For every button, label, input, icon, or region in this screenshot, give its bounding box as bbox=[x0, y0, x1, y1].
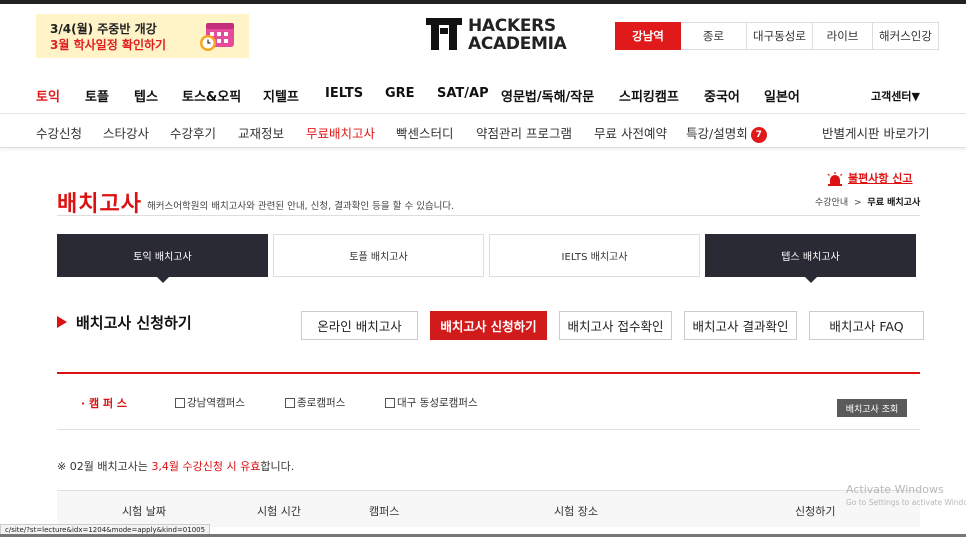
checkbox-jongno-campus[interactable]: 종로캠퍼스 bbox=[285, 395, 345, 410]
gnb-item-teps[interactable]: 텝스 bbox=[134, 86, 158, 105]
notice-highlight: 3,4월 수강신청 시 유효 bbox=[151, 460, 261, 473]
checkbox-label: 종로캠퍼스 bbox=[297, 397, 346, 409]
sub-item-weakness-program[interactable]: 약점관리 프로그램 bbox=[476, 123, 572, 142]
schedule-banner[interactable]: 3/4(월) 주중반 개강 3월 학사일정 확인하기 bbox=[36, 14, 249, 58]
tab-check-results[interactable]: 배치고사 결과확인 bbox=[684, 311, 797, 340]
triangle-bullet-icon bbox=[57, 315, 67, 328]
gnb-item-grammar[interactable]: 영문법/독해/작문 bbox=[501, 86, 594, 105]
sub-item-textbooks[interactable]: 교재정보 bbox=[238, 123, 284, 142]
section-title: 배치고사 신청하기 bbox=[57, 312, 192, 333]
alarm-siren-icon bbox=[827, 172, 843, 186]
gnb-item-speaking-camp[interactable]: 스피킹캠프 bbox=[619, 86, 679, 105]
calendar-clock-icon bbox=[200, 23, 234, 51]
checkbox-gangnam-campus[interactable]: 강남역캠퍼스 bbox=[175, 395, 245, 410]
top-header: 3/4(월) 주중반 개강 3월 학사일정 확인하기 HACKERS ACADE… bbox=[0, 0, 966, 68]
gnb-item-sat-ap[interactable]: SAT/AP bbox=[437, 86, 489, 101]
watermark-line2: Go to Settings to activate Windows. bbox=[846, 498, 966, 507]
tab-check-registration[interactable]: 배치고사 접수확인 bbox=[559, 311, 672, 340]
logo-mark-icon bbox=[426, 18, 462, 50]
report-link[interactable]: 불편사항 신고 bbox=[826, 170, 913, 186]
tab-placement-faq[interactable]: 배치고사 FAQ bbox=[809, 311, 924, 340]
breadcrumb-separator: > bbox=[854, 198, 862, 208]
page-title: 배치고사 bbox=[57, 192, 142, 217]
hackers-academia-logo[interactable]: HACKERS ACADEMIA bbox=[424, 14, 567, 56]
column-header-location: 시험 장소 bbox=[554, 505, 598, 518]
sub-item-reviews[interactable]: 수강후기 bbox=[170, 123, 216, 142]
campus-tab-hackers-ingang[interactable]: 해커스인강 bbox=[873, 22, 939, 50]
gnb-item-ielts[interactable]: IELTS bbox=[325, 86, 363, 101]
gnb-item-gtelp[interactable]: 지텔프 bbox=[263, 86, 299, 105]
gnb-item-chinese[interactable]: 중국어 bbox=[704, 86, 740, 105]
sub-item-registration[interactable]: 수강신청 bbox=[36, 123, 82, 142]
schedule-table-header: 시험 날짜 시험 시간 캠퍼스 시험 장소 신청하기 bbox=[57, 490, 920, 527]
sub-nav: 수강신청 스타강사 수강후기 교재정보 무료배치고사 빡센스터디 약점관리 프로… bbox=[0, 114, 966, 148]
campus-tab-jongno[interactable]: 종로 bbox=[681, 22, 747, 50]
tab-ielts-placement[interactable]: IELTS 배치고사 bbox=[489, 234, 700, 277]
checkbox-box[interactable] bbox=[285, 397, 295, 408]
notification-badge: 7 bbox=[750, 126, 767, 143]
campus-filter-label: · 캠 퍼 스 bbox=[81, 397, 128, 410]
campus-tab-daegu[interactable]: 대구동성로 bbox=[747, 22, 813, 50]
notice-suffix: 합니다. bbox=[260, 460, 295, 473]
logo-text-line1: HACKERS bbox=[468, 16, 556, 36]
sub-item-intense-study[interactable]: 빡센스터디 bbox=[396, 123, 454, 142]
notice-prefix: ※ 02월 배치고사는 bbox=[57, 460, 152, 473]
column-header-apply: 신청하기 bbox=[795, 505, 836, 518]
banner-line2: 3월 학사일정 확인하기 bbox=[50, 38, 167, 52]
checkbox-daegu-campus[interactable]: 대구 동성로캠퍼스 bbox=[385, 395, 478, 410]
tab-apply-placement[interactable]: 배치고사 신청하기 bbox=[430, 311, 547, 340]
breadcrumb: 수강안내 > 무료 배치고사 bbox=[815, 195, 920, 208]
windows-activation-watermark: Activate Windows Go to Settings to activ… bbox=[846, 483, 966, 507]
class-board-link[interactable]: 반별게시판 바로가기 bbox=[822, 123, 929, 142]
gnb-item-gre[interactable]: GRE bbox=[385, 86, 415, 101]
logo-text-line2: ACADEMIA bbox=[468, 34, 567, 54]
breadcrumb-current: 무료 배치고사 bbox=[867, 198, 921, 208]
page-description: 해커스어학원의 배치고사와 관련된 안내, 신청, 결과확인 등을 할 수 있습… bbox=[147, 201, 455, 212]
gnb-item-japanese[interactable]: 일본어 bbox=[764, 86, 800, 105]
watermark-line1: Activate Windows bbox=[846, 483, 944, 496]
campus-filter: · 캠 퍼 스 강남역캠퍼스 종로캠퍼스 대구 동성로캠퍼스 배치고사 조회 bbox=[57, 372, 920, 430]
tab-toefl-placement[interactable]: 토플 배치고사 bbox=[273, 234, 484, 277]
column-header-date: 시험 날짜 bbox=[122, 505, 166, 518]
sub-item-seminars[interactable]: 특강/설명회 7 bbox=[686, 123, 767, 143]
section-title-text: 배치고사 신청하기 bbox=[76, 314, 192, 332]
test-type-tabs: 토익 배치고사 토플 배치고사 IELTS 배치고사 텝스 배치고사 bbox=[57, 234, 916, 283]
sub-item-star-teachers[interactable]: 스타강사 bbox=[103, 123, 149, 142]
checkbox-label: 대구 동성로캠퍼스 bbox=[397, 397, 478, 409]
title-divider bbox=[57, 215, 920, 216]
banner-line1: 3/4(월) 주중반 개강 bbox=[50, 22, 157, 36]
checkbox-box[interactable] bbox=[385, 397, 395, 408]
tab-online-placement[interactable]: 온라인 배치고사 bbox=[301, 311, 418, 340]
column-header-time: 시험 시간 bbox=[257, 505, 301, 518]
checkbox-label: 강남역캠퍼스 bbox=[187, 397, 245, 409]
breadcrumb-parent[interactable]: 수강안내 bbox=[815, 198, 848, 208]
gnb-item-toeic[interactable]: 토익 bbox=[36, 86, 60, 105]
customer-center-menu[interactable]: 고객센터▼ bbox=[871, 88, 920, 104]
sub-item-free-reservation[interactable]: 무료 사전예약 bbox=[594, 123, 667, 142]
campus-tab-live[interactable]: 라이브 bbox=[813, 22, 873, 50]
sub-item-seminars-label: 특강/설명회 bbox=[686, 126, 748, 141]
gnb-item-toefl[interactable]: 토플 bbox=[85, 86, 109, 105]
campus-tab-gangnam[interactable]: 강남역 bbox=[615, 22, 681, 50]
tab-toeic-placement[interactable]: 토익 배치고사 bbox=[57, 234, 268, 283]
column-header-campus: 캠퍼스 bbox=[369, 505, 400, 518]
checkbox-box[interactable] bbox=[175, 397, 185, 408]
gnb-item-toss-opic[interactable]: 토스&오픽 bbox=[182, 86, 241, 105]
placement-sub-tabs: 온라인 배치고사 배치고사 신청하기 배치고사 접수확인 배치고사 결과확인 배… bbox=[301, 311, 924, 340]
tab-teps-placement[interactable]: 텝스 배치고사 bbox=[705, 234, 916, 283]
placement-lookup-button[interactable]: 배치고사 조회 bbox=[837, 399, 907, 417]
validity-notice: ※ 02월 배치고사는 3,4월 수강신청 시 유효합니다. bbox=[57, 458, 294, 474]
sub-item-placement-test[interactable]: 무료배치고사 bbox=[306, 123, 375, 142]
report-link-label: 불편사항 신고 bbox=[848, 172, 913, 185]
main-nav: 토익 토플 텝스 토스&오픽 지텔프 IELTS GRE SAT/AP 영문법/… bbox=[0, 74, 966, 114]
campus-tabs: 강남역 종로 대구동성로 라이브 해커스인강 bbox=[615, 22, 939, 50]
